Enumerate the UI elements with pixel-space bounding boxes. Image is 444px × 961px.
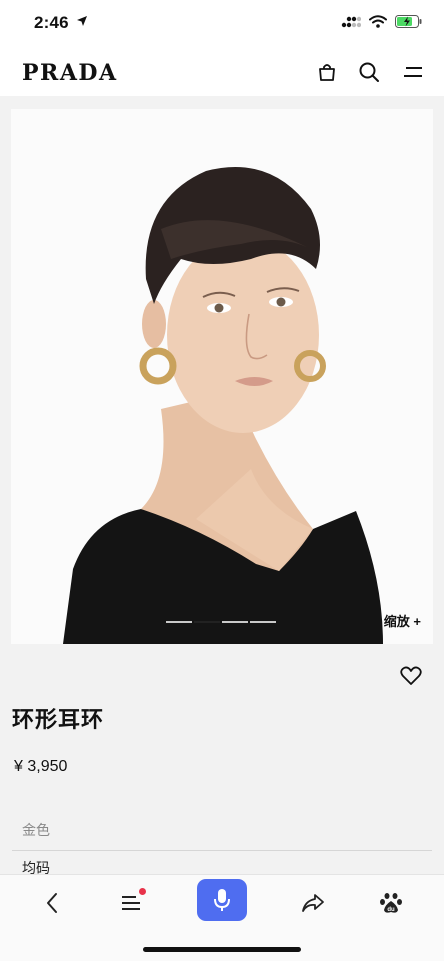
notification-dot xyxy=(139,888,146,895)
status-time: 2:46 xyxy=(34,13,88,33)
status-bar: 2:46 xyxy=(0,0,444,48)
carousel-dot[interactable] xyxy=(250,621,276,623)
heart-icon[interactable] xyxy=(400,666,424,690)
carousel-dot-active[interactable] xyxy=(194,621,220,623)
product-image[interactable]: 缩放 + xyxy=(11,109,433,644)
browser-bottom-bar: du xyxy=(0,874,444,961)
carousel-dot[interactable] xyxy=(222,621,248,623)
image-carousel-indicator xyxy=(166,621,276,623)
product-name: 环形耳环 xyxy=(12,707,105,732)
cellular-signal-icon xyxy=(341,16,361,27)
microphone-icon xyxy=(214,889,230,911)
battery-charging-icon xyxy=(395,15,422,28)
prada-logo[interactable]: PRADA xyxy=(22,60,118,86)
shopping-bag-icon[interactable] xyxy=(315,60,339,84)
status-icons xyxy=(341,15,422,28)
chevron-left-icon[interactable] xyxy=(34,885,70,921)
color-selector[interactable]: 金色 xyxy=(12,809,432,851)
time-text: 2:46 xyxy=(34,13,69,32)
product-photo xyxy=(63,166,383,644)
size-selector[interactable]: 均码 xyxy=(22,858,50,874)
color-value: 金色 xyxy=(22,822,50,838)
wifi-icon xyxy=(369,15,387,28)
svg-text:du: du xyxy=(387,907,395,913)
screen: 2:46 PRADA 缩放 + 环形耳环 ¥ 3,950 金色 均码 du xyxy=(0,0,444,961)
menu-icon[interactable] xyxy=(401,60,425,84)
home-indicator xyxy=(143,947,301,952)
product-price: ¥ 3,950 xyxy=(14,758,68,775)
zoom-button[interactable]: 缩放 + xyxy=(384,611,421,630)
product-page: 缩放 + 环形耳环 ¥ 3,950 金色 均码 xyxy=(0,96,444,874)
carousel-dot[interactable] xyxy=(166,621,192,623)
paw-icon[interactable]: du xyxy=(373,885,409,921)
menu-lines-icon[interactable] xyxy=(113,885,149,921)
search-icon[interactable] xyxy=(357,60,381,84)
location-arrow-icon xyxy=(76,16,87,26)
site-header: PRADA xyxy=(0,48,444,96)
share-icon[interactable] xyxy=(295,885,331,921)
voice-search-button[interactable] xyxy=(197,879,247,921)
